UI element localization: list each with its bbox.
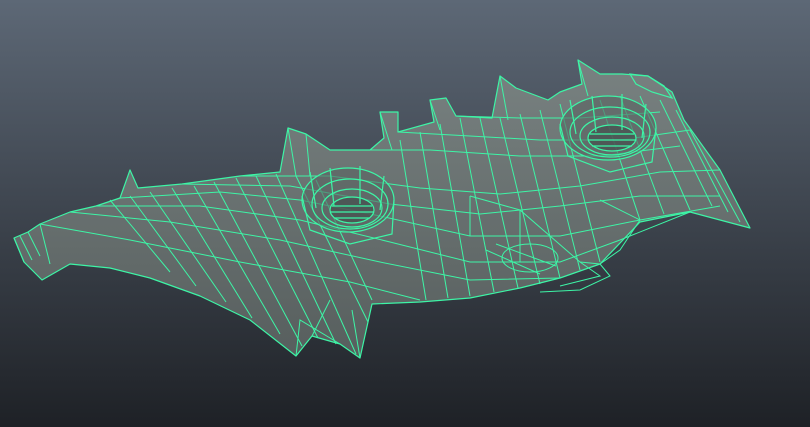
3d-viewport[interactable] [0, 0, 810, 427]
wireframe-model[interactable] [0, 0, 810, 427]
